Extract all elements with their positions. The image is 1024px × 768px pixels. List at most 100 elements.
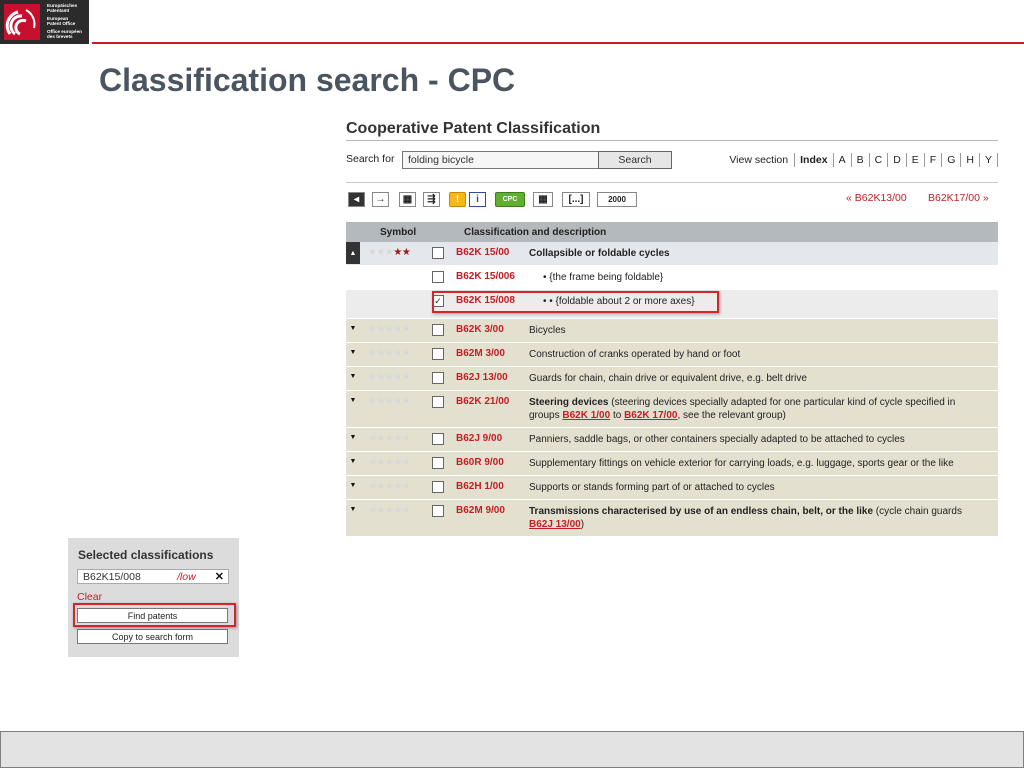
- view-section-e[interactable]: E: [905, 153, 924, 167]
- classification-description: Collapsible or foldable cycles: [529, 248, 670, 259]
- expand-toggle-icon[interactable]: ▼: [346, 500, 360, 523]
- search-button[interactable]: Search: [598, 151, 672, 169]
- classification-code[interactable]: B62M 3/00: [448, 343, 529, 359]
- classification-code[interactable]: B62J 9/00: [448, 428, 529, 444]
- table-row-selected: ✓ B62K 15/008 • • {foldable about 2 or m…: [346, 290, 998, 319]
- row-toggle-spacer: [346, 290, 360, 313]
- classification-code[interactable]: B62K 15/006: [448, 266, 529, 282]
- classification-link[interactable]: B62K 17/00: [624, 410, 677, 421]
- classification-code[interactable]: B62J 13/00: [448, 367, 529, 383]
- table-row: ▼ ★★★★★ B60R 9/00 Supplementary fittings…: [346, 452, 998, 476]
- view-section-g[interactable]: G: [941, 153, 960, 167]
- header-rule: [92, 42, 1024, 44]
- epo-logo-icon: [4, 4, 40, 40]
- classification-description: Panniers, saddle bags, or other containe…: [529, 434, 905, 445]
- warning-icon[interactable]: !: [449, 192, 466, 207]
- row-checkbox[interactable]: [432, 247, 444, 259]
- row-checkbox[interactable]: [432, 372, 444, 384]
- search-input[interactable]: [402, 151, 602, 169]
- view-section-h[interactable]: H: [960, 153, 979, 167]
- table-row: ▲ ★★★★★ B62K 15/00 Collapsible or foldab…: [346, 242, 998, 266]
- table-row: ▼ ★★★★★ B62M 9/00 Transmissions characte…: [346, 500, 998, 537]
- expand-toggle-icon[interactable]: ▼: [346, 391, 360, 414]
- relevance-stars: ★★★★★: [368, 348, 411, 359]
- table-icon[interactable]: ▦: [533, 192, 553, 207]
- view-section-index[interactable]: Index: [794, 153, 832, 167]
- classification-description: Bicycles: [529, 325, 566, 336]
- row-checkbox-checked[interactable]: ✓: [432, 295, 444, 307]
- expand-toggle-icon[interactable]: ▼: [346, 476, 360, 499]
- row-checkbox[interactable]: [432, 348, 444, 360]
- classification-description: Supports or stands forming part of or at…: [529, 482, 775, 493]
- epo-logo: Europäisches Patentamt European Patent Off…: [0, 0, 89, 44]
- arrow-right-icon[interactable]: →: [372, 192, 389, 207]
- table-row: ▼ ★★★★★ B62J 13/00 Guards for chain, cha…: [346, 367, 998, 391]
- collapse-toggle-icon[interactable]: ▲: [346, 242, 360, 264]
- view-section-a[interactable]: A: [832, 153, 851, 167]
- version-2000-button[interactable]: 2000: [597, 192, 637, 207]
- table-row: ▼ ★★★★★ B62H 1/00 Supports or stands for…: [346, 476, 998, 500]
- search-label: Search for: [346, 153, 395, 165]
- view-section-y[interactable]: Y: [978, 153, 998, 167]
- slide-title: Classification search - CPC: [99, 62, 516, 98]
- expand-toggle-icon[interactable]: ▼: [346, 343, 360, 366]
- row-checkbox[interactable]: [432, 324, 444, 336]
- row-checkbox[interactable]: [432, 433, 444, 445]
- view-section-nav: View section Index A B C D E F G H Y: [729, 153, 998, 167]
- view-section-c[interactable]: C: [868, 153, 888, 167]
- footer-bar: [0, 731, 1024, 768]
- cpc-title: Cooperative Patent Classification: [346, 118, 998, 141]
- tree-view-icon[interactable]: ⇶: [423, 192, 440, 207]
- classification-description: Guards for chain, chain drive or equival…: [529, 373, 807, 384]
- low-level-link[interactable]: /low: [177, 571, 196, 583]
- relevance-stars: [360, 290, 420, 295]
- relevance-stars: ★★★★★: [368, 457, 411, 468]
- classification-code[interactable]: B62K 21/00: [448, 391, 529, 407]
- copy-to-search-form-button[interactable]: Copy to search form: [77, 629, 228, 644]
- remove-icon[interactable]: ✕: [215, 570, 224, 583]
- classification-description: Transmissions characterised by use of an…: [529, 506, 962, 530]
- relevance-stars: ★★★★★: [368, 247, 411, 258]
- row-checkbox[interactable]: [432, 505, 444, 517]
- results-table-header: Symbol Classification and description: [346, 222, 998, 242]
- collapse-all-icon[interactable]: ◂: [348, 192, 365, 207]
- row-checkbox[interactable]: [432, 271, 444, 283]
- relevance-stars: [360, 266, 420, 271]
- notes-button[interactable]: [...]: [562, 192, 590, 207]
- expand-toggle-icon[interactable]: ▼: [346, 452, 360, 475]
- classification-code[interactable]: B62K 15/008: [448, 290, 529, 306]
- relevance-stars: ★★★★★: [368, 433, 411, 444]
- classification-link[interactable]: B62J 13/00: [529, 519, 581, 530]
- view-section-b[interactable]: B: [850, 153, 869, 167]
- row-checkbox[interactable]: [432, 396, 444, 408]
- expand-toggle-icon[interactable]: ▼: [346, 428, 360, 451]
- symbol-column-header: Symbol: [380, 227, 417, 238]
- table-row: ▼ ★★★★★ B62K 3/00 Bicycles: [346, 319, 998, 343]
- classification-code[interactable]: B60R 9/00: [448, 452, 529, 468]
- clear-link[interactable]: Clear: [77, 591, 102, 603]
- cpc-toolbar: ◂ → ▦ ⇶ ! i CPC ▦ [...] 2000 « B62K13/00…: [346, 182, 998, 215]
- selected-classifications-title: Selected classifications: [78, 548, 214, 562]
- row-checkbox[interactable]: [432, 457, 444, 469]
- prev-group-link[interactable]: « B62K13/00: [846, 192, 907, 204]
- classification-code[interactable]: B62M 9/00: [448, 500, 529, 516]
- results-table: ▲ ★★★★★ B62K 15/00 Collapsible or foldab…: [346, 242, 998, 537]
- classification-code[interactable]: B62K 15/00: [448, 242, 529, 258]
- view-section-label: View section: [729, 154, 789, 166]
- row-toggle-spacer: [346, 266, 360, 289]
- expand-toggle-icon[interactable]: ▼: [346, 319, 360, 342]
- classification-code[interactable]: B62H 1/00: [448, 476, 529, 492]
- cpc-scheme-button[interactable]: CPC: [495, 192, 525, 207]
- selected-code: B62K15/008: [83, 571, 141, 583]
- view-section-f[interactable]: F: [923, 153, 941, 167]
- info-icon[interactable]: i: [469, 192, 486, 207]
- relevance-stars: ★★★★★: [368, 481, 411, 492]
- grid-view-icon[interactable]: ▦: [399, 192, 416, 207]
- row-checkbox[interactable]: [432, 481, 444, 493]
- classification-code[interactable]: B62K 3/00: [448, 319, 529, 335]
- view-section-d[interactable]: D: [887, 153, 906, 167]
- find-patents-button[interactable]: Find patents: [77, 608, 228, 623]
- classification-link[interactable]: B62K 1/00: [562, 410, 610, 421]
- expand-toggle-icon[interactable]: ▼: [346, 367, 360, 390]
- next-group-link[interactable]: B62K17/00 »: [928, 192, 989, 204]
